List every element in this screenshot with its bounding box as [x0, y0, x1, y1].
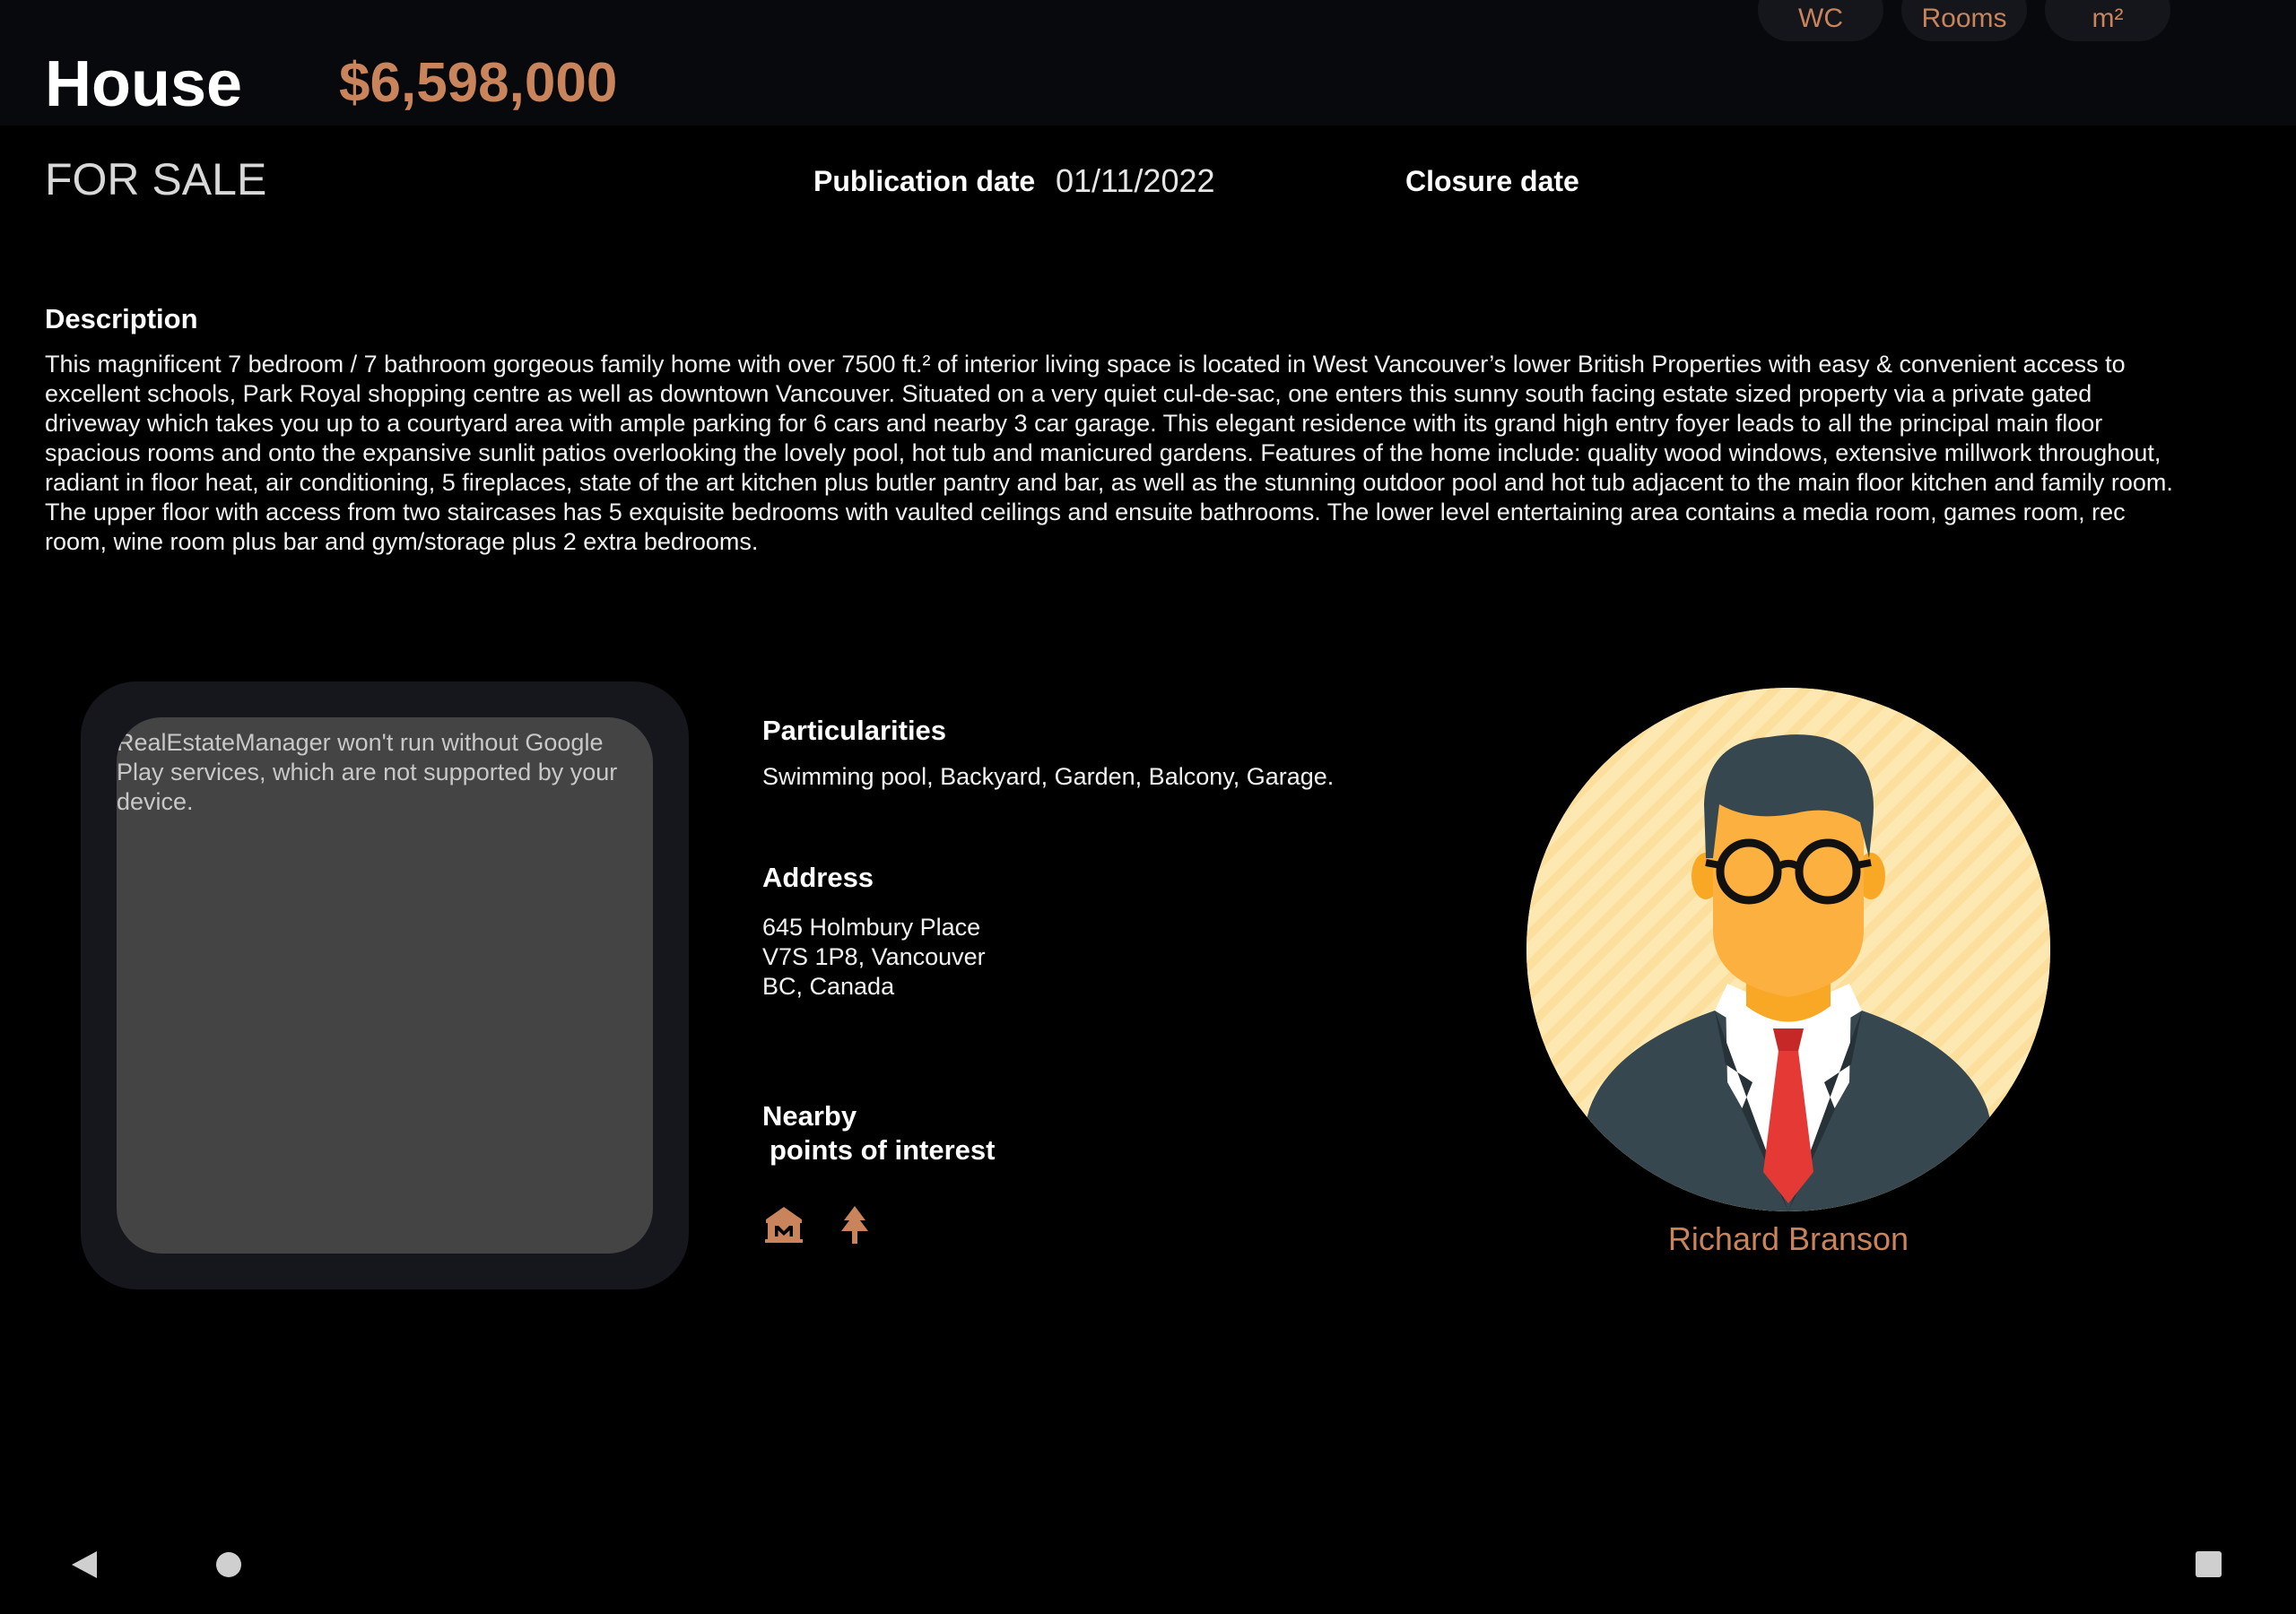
park-tree-icon[interactable] — [834, 1204, 875, 1245]
businessman-avatar-icon — [1526, 688, 2050, 1211]
address-heading: Address — [762, 862, 874, 893]
wc-filter-chip[interactable]: WC — [1758, 0, 1883, 41]
property-type-title: House — [45, 48, 243, 120]
nearby-heading-line: points of interest — [770, 1134, 996, 1166]
particularities-heading: Particularities — [762, 715, 947, 746]
play-services-error-message: RealEstateManager won't run without Goog… — [117, 729, 618, 815]
property-price: $6,598,000 — [339, 52, 618, 114]
address-text: 645 Holmbury Place V7S 1P8, Vancouver BC… — [762, 913, 986, 1002]
description-text: This magnificent 7 bedroom / 7 bathroom … — [45, 351, 2173, 555]
particularities-text: Swimming pool, Backyard, Garden, Balcony… — [762, 763, 1335, 790]
agent-name: Richard Branson — [1667, 1220, 1909, 1257]
map-card: RealEstateManager won't run without Goog… — [81, 681, 689, 1289]
map-view[interactable]: RealEstateManager won't run without Goog… — [117, 717, 653, 1254]
area-filter-chip[interactable]: m² — [2045, 0, 2170, 41]
museum-icon[interactable] — [763, 1204, 804, 1245]
closure-date-label: Closure date — [1405, 165, 1579, 197]
nearby-heading-line: Nearby — [762, 1100, 857, 1132]
rooms-chip-label: Rooms — [1921, 4, 2007, 33]
nearby-poi-heading: Nearby points of interest — [762, 1099, 1121, 1167]
address-line: BC, Canada — [762, 973, 895, 1000]
publication-date-label: Publication date — [813, 165, 1036, 197]
sale-status: FOR SALE — [45, 154, 267, 204]
back-icon[interactable] — [70, 1549, 99, 1580]
address-line: 645 Holmbury Place — [762, 914, 981, 941]
address-line: V7S 1P8, Vancouver — [762, 943, 986, 970]
description-heading: Description — [45, 303, 198, 334]
publication-date-value: 01/11/2022 — [1056, 162, 1215, 199]
home-icon[interactable] — [216, 1552, 241, 1577]
area-chip-label: m² — [2092, 4, 2124, 33]
agent-avatar — [1526, 688, 2050, 1211]
recents-icon[interactable] — [2196, 1551, 2222, 1577]
rooms-filter-chip[interactable]: Rooms — [1901, 0, 2027, 41]
wc-chip-label: WC — [1798, 4, 1843, 33]
property-detail-screen: WC Rooms m² House $6,598,000 FOR SALE Pu… — [0, 0, 2296, 1614]
